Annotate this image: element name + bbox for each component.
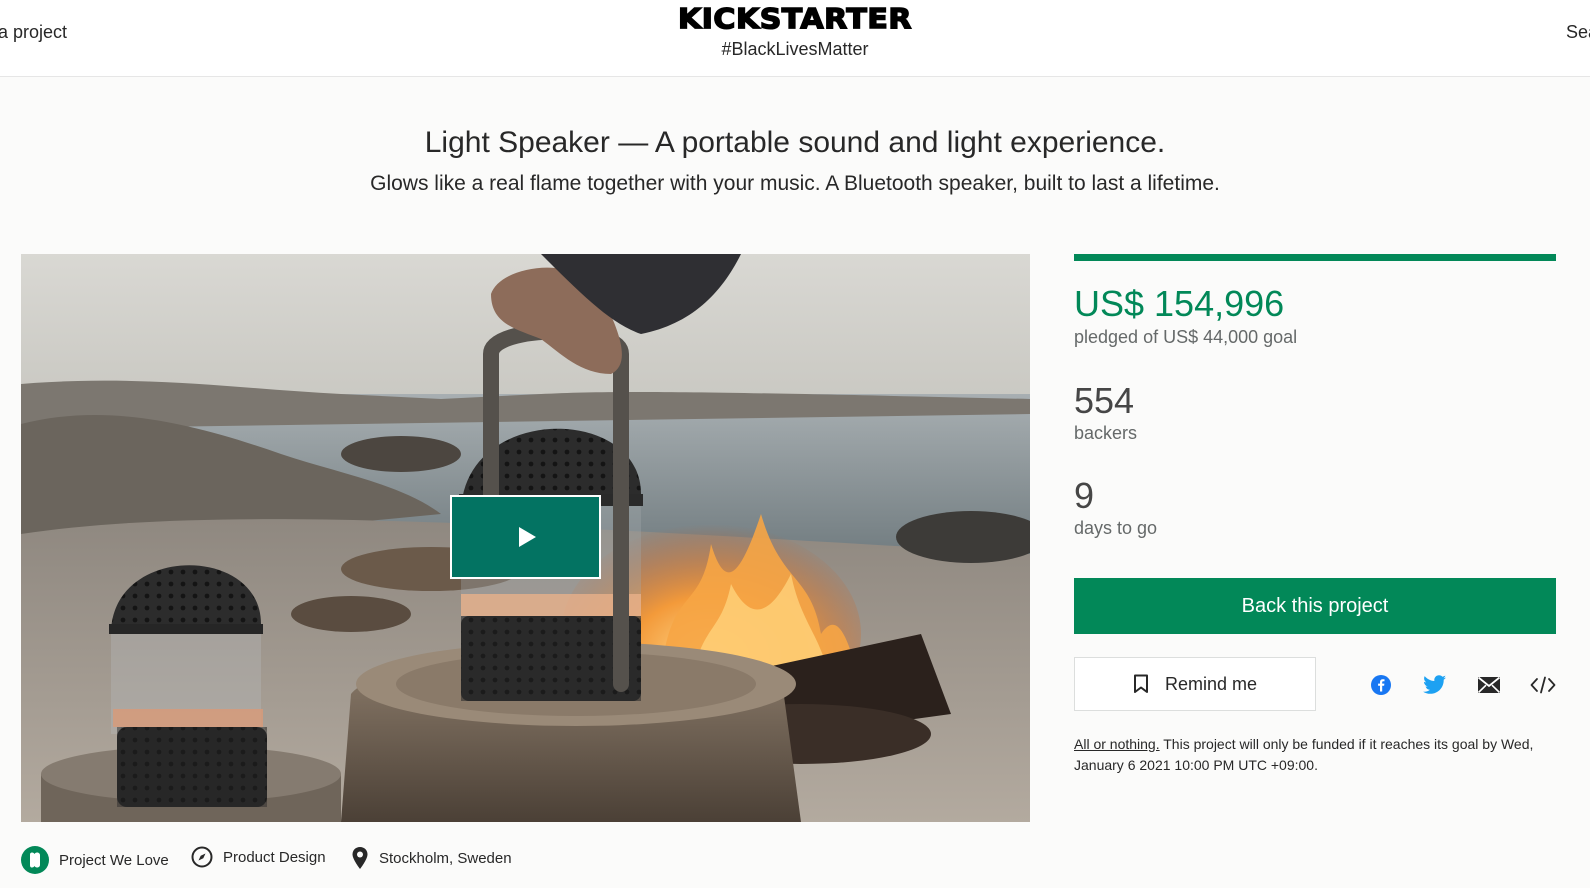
embed-share-icon[interactable] — [1530, 672, 1556, 698]
days-label: days to go — [1074, 518, 1158, 538]
backers-count: 554 — [1074, 380, 1135, 421]
compass-icon — [191, 846, 213, 868]
remind-me-button[interactable]: Remind me — [1074, 657, 1316, 711]
logo-wordmark[interactable]: KICKSTARTER — [677, 3, 912, 37]
location-link[interactable]: Stockholm, Sweden — [351, 846, 512, 870]
back-project-button[interactable]: Back this project — [1074, 578, 1556, 634]
project-subtitle: Glows like a real flame together with yo… — [370, 172, 1220, 195]
bookmark-icon — [1133, 674, 1148, 693]
category-link[interactable]: Product Design — [191, 846, 326, 868]
pledged-goal: pledged of US$ 44,000 goal — [1074, 327, 1298, 347]
kickstarter-badge-icon — [21, 846, 49, 874]
facebook-share-icon[interactable] — [1368, 672, 1394, 698]
funding-progress-bar — [1074, 254, 1556, 261]
pledged-amount: US$ 154,996 — [1074, 283, 1285, 324]
project-video[interactable] — [21, 254, 1030, 822]
top-navigation: a project KICKSTARTER #BlackLivesMatter … — [0, 0, 1590, 77]
play-icon — [519, 527, 536, 547]
search-link[interactable]: Sea — [1566, 22, 1590, 43]
project-we-love-badge[interactable]: Project We Love — [21, 846, 169, 874]
badge-label: Project We Love — [59, 851, 169, 869]
location-pin-icon — [351, 846, 369, 870]
remind-me-label: Remind me — [1164, 673, 1258, 694]
days-count: 9 — [1074, 475, 1095, 516]
location-label: Stockholm, Sweden — [379, 849, 512, 867]
backers-label: backers — [1074, 423, 1138, 443]
twitter-share-icon[interactable] — [1422, 672, 1448, 698]
all-or-nothing-link[interactable]: All or nothing. — [1074, 736, 1160, 752]
category-label: Product Design — [223, 848, 326, 866]
header-tagline[interactable]: #BlackLivesMatter — [0, 39, 1590, 60]
email-share-icon[interactable] — [1476, 672, 1502, 698]
play-video-button[interactable] — [450, 495, 601, 579]
all-or-nothing-notice: All or nothing. This project will only b… — [1074, 734, 1556, 776]
kickstarter-logo[interactable]: KICKSTARTER — [0, 2, 1590, 37]
project-title: Light Speaker — A portable sound and lig… — [424, 126, 1166, 159]
